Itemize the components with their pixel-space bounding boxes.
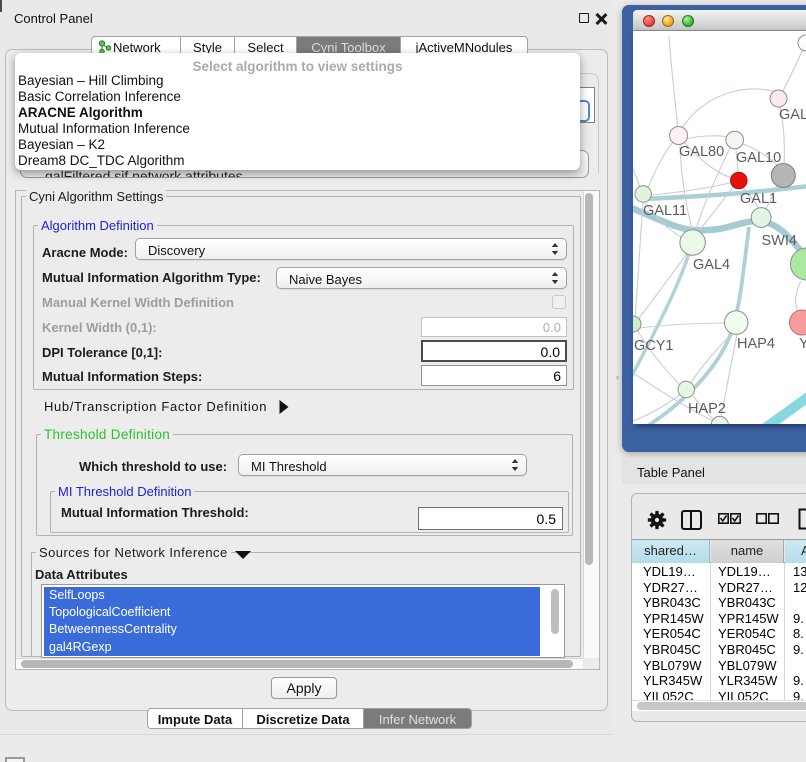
- svg-text:GAL80: GAL80: [679, 144, 724, 160]
- svg-text:HAP2: HAP2: [688, 401, 726, 417]
- svg-text:GAL11: GAL11: [643, 203, 687, 219]
- svg-text:GCY1: GCY1: [634, 338, 674, 354]
- svg-text:GAL10: GAL10: [736, 150, 781, 166]
- svg-text:GAL7: GAL7: [779, 107, 806, 123]
- svg-text:HAP4: HAP4: [737, 336, 775, 352]
- svg-text:GAL4: GAL4: [693, 257, 730, 273]
- svg-text:SWI4: SWI4: [762, 233, 797, 249]
- svg-text:GAL1: GAL1: [740, 191, 777, 207]
- svg-text:YM: YM: [799, 336, 806, 352]
